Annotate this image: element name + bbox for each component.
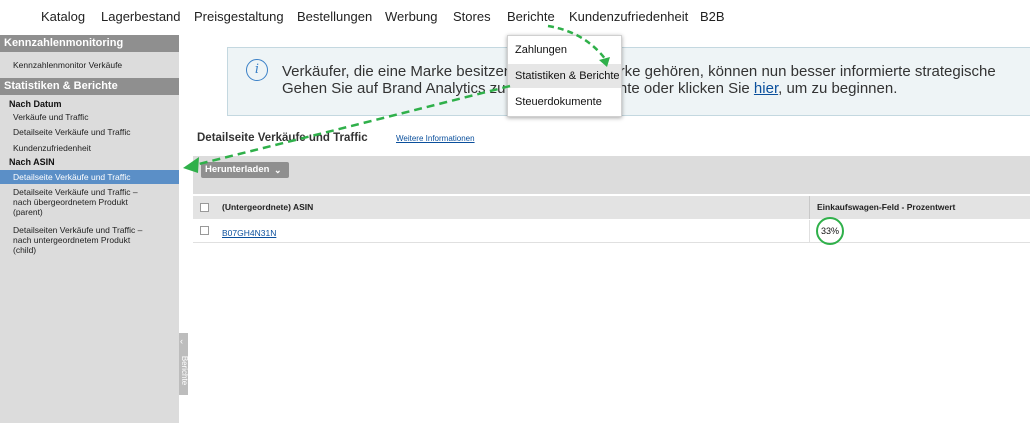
menu-item-zahlungen[interactable]: Zahlungen [508,38,621,62]
menu-item-statistiken-berichte[interactable]: Statistiken & Berichte [508,64,621,88]
table-row: B07GH4N31N 33% [193,220,1030,243]
nav-katalog[interactable]: Katalog [41,9,85,24]
sidebar-item-detailseite-verkaeufe[interactable]: Detailseite Verkäufe und Traffic [13,127,131,137]
download-button[interactable]: Herunterladen ⌄ [201,162,289,178]
berichte-dropdown: Zahlungen Statistiken & Berichte Steuerd… [507,35,622,117]
sidebar-collapse-tab[interactable]: ‹ Berichte [179,333,190,395]
sidebar-item-detailseite-asin-active[interactable]: Detailseite Verkäufe und Traffic [0,170,179,184]
info-text-line1: Verkäufer, die eine Marke besitzen, die … [282,63,996,80]
top-navigation: Katalog Lagerbestand Preisgestaltung Bes… [0,0,1030,35]
sidebar-item-label: Detailseite Verkäufe und Traffic – [13,187,138,197]
sidebar-section-kennzahlenmonitoring: Kennzahlenmonitoring [0,35,179,52]
sidebar-item-kundenzufriedenheit[interactable]: Kundenzufriedenheit [13,143,91,153]
sidebar-item-label: Detailseite Verkäufe und Traffic [13,172,131,182]
sidebar-item-verkaeufe-traffic[interactable]: Verkäufe und Traffic [13,112,88,122]
column-divider [809,220,810,243]
nav-bestellungen[interactable]: Bestellungen [297,9,372,24]
column-header-asin[interactable]: (Untergeordnete) ASIN [222,202,313,212]
chevron-down-icon: ⌄ [274,165,282,175]
menu-item-steuerdokumente[interactable]: Steuerdokumente [508,90,621,114]
download-button-label: Herunterladen [205,164,270,175]
sidebar: Kennzahlenmonitoring Kennzahlenmonitor V… [0,35,179,423]
info-banner: i Verkäufer, die eine Marke besitzen, di… [227,47,1030,116]
chevron-left-icon: ‹ [180,336,183,346]
report-toolbar: Herunterladen ⌄ [193,156,1030,194]
select-all-checkbox[interactable] [200,203,209,212]
nav-werbung[interactable]: Werbung [385,9,438,24]
sidebar-item-label: nach untergeordnetem Produkt [13,235,131,245]
column-header-buybox[interactable]: Einkaufswagen-Feld - Prozentwert [817,202,955,212]
table-header: (Untergeordnete) ASIN Einkaufswagen-Feld… [193,196,1030,219]
sidebar-group-nach-asin: Nach ASIN [9,157,55,167]
sidebar-item-kennzahlenmonitor-verkaeufe[interactable]: Kennzahlenmonitor Verkäufe [13,60,122,70]
nav-lagerbestand[interactable]: Lagerbestand [101,9,181,24]
sidebar-item-label: (parent) [13,207,43,217]
asin-link[interactable]: B07GH4N31N [222,228,276,238]
more-info-link[interactable]: Weitere Informationen [396,134,475,143]
nav-b2b[interactable]: B2B [700,9,725,24]
buybox-percentage: 33% [821,226,840,236]
info-icon: i [246,59,268,81]
column-divider [809,196,810,219]
sidebar-item-label: Detailseiten Verkäufe und Traffic – [13,225,143,235]
nav-berichte[interactable]: Berichte [507,9,555,24]
row-checkbox[interactable] [200,226,209,235]
collapse-tab-label: Berichte [180,355,190,386]
sidebar-item-label: (child) [13,245,37,255]
sidebar-group-nach-datum: Nach Datum [9,99,62,109]
info-text-part: , um zu beginnen. [778,80,898,97]
sidebar-section-statistiken: Statistiken & Berichte [0,78,179,95]
info-here-link[interactable]: hier [754,80,778,97]
nav-preisgestaltung[interactable]: Preisgestaltung [194,9,284,24]
page-title: Detailseite Verkäufe und Traffic [197,132,368,144]
nav-kundenzufriedenheit[interactable]: Kundenzufriedenheit [569,9,688,24]
sidebar-item-label: nach übergeordnetem Produkt [13,197,128,207]
nav-stores[interactable]: Stores [453,9,491,24]
